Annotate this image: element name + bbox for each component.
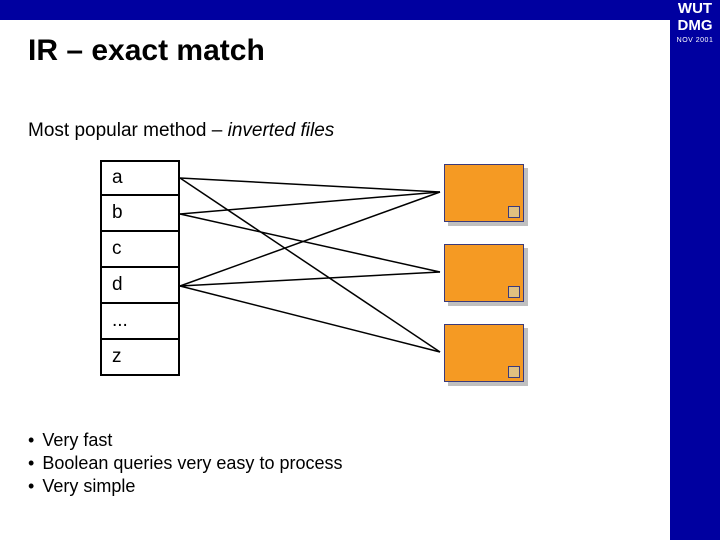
header-badge: WUT DMG NOV 2001 <box>670 0 720 44</box>
document-icon <box>444 324 524 382</box>
list-item: Very fast <box>28 430 342 451</box>
list-item: Boolean queries very easy to process <box>28 453 342 474</box>
term-box: a <box>100 160 180 196</box>
side-bar <box>670 20 720 540</box>
subtitle-italic: inverted files <box>228 120 335 141</box>
term-label: ... <box>112 310 128 332</box>
term-label: b <box>112 202 123 224</box>
list-item: Very simple <box>28 476 342 497</box>
term-label: z <box>112 346 122 368</box>
page-fold-icon <box>508 286 520 298</box>
term-column: a b c d ... z <box>100 160 180 376</box>
term-box: z <box>100 340 180 376</box>
slide: WUT DMG NOV 2001 IR – exact match Most p… <box>0 0 720 540</box>
inverted-files-diagram: a b c d ... z <box>100 160 600 410</box>
page-fold-icon <box>508 366 520 378</box>
term-label: c <box>112 238 122 260</box>
term-label: a <box>112 167 123 189</box>
document-icon <box>444 164 524 222</box>
page-fold-icon <box>508 206 520 218</box>
subtitle-plain: Most popular method – <box>28 120 228 141</box>
org-line-2: DMG <box>670 17 720 34</box>
term-label: d <box>112 274 123 296</box>
top-bar <box>0 0 720 20</box>
term-box: b <box>100 196 180 232</box>
bullet-list: Very fast Boolean queries very easy to p… <box>28 430 342 499</box>
term-box: ... <box>100 304 180 340</box>
term-box: c <box>100 232 180 268</box>
header-date: NOV 2001 <box>670 37 720 44</box>
slide-subtitle: Most popular method – inverted files <box>28 120 334 142</box>
slide-title: IR – exact match <box>28 34 265 68</box>
org-line-1: WUT <box>670 0 720 17</box>
term-box: d <box>100 268 180 304</box>
document-icon <box>444 244 524 302</box>
